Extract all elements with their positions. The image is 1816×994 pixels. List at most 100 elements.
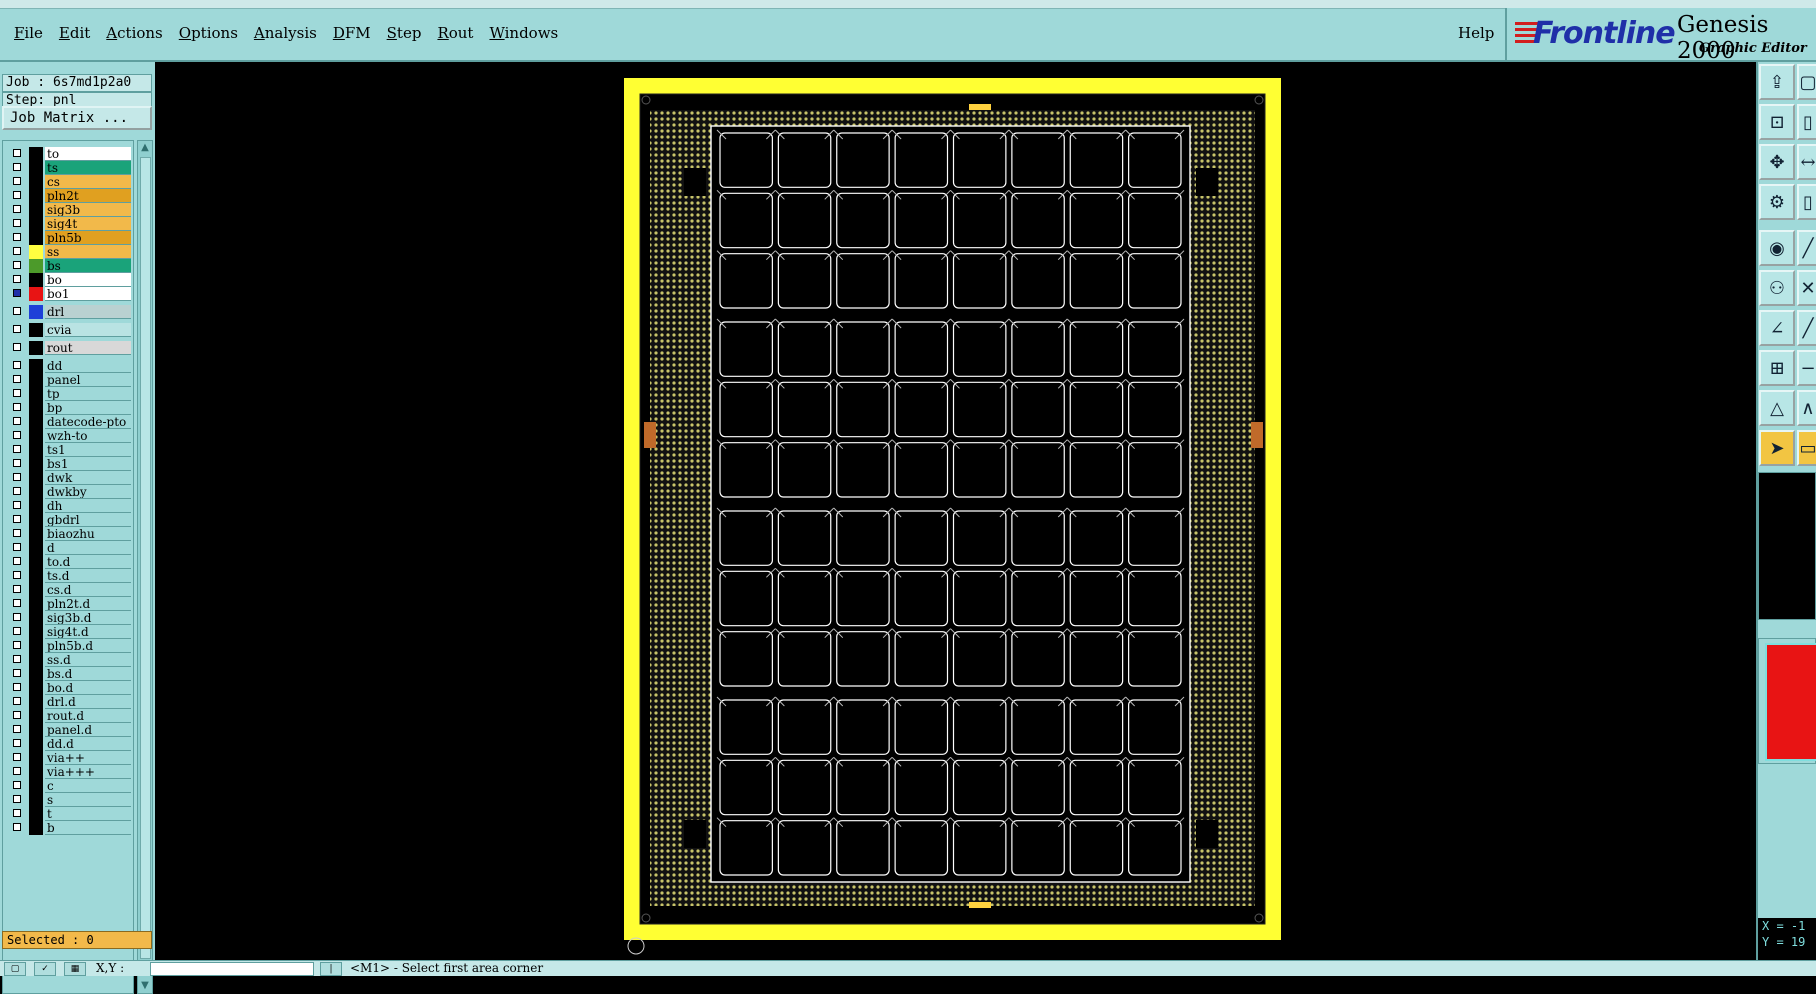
layer-name[interactable]: sig3b.d <box>45 611 131 625</box>
layer-checkbox[interactable] <box>13 275 21 283</box>
layer-name[interactable]: b <box>45 821 131 835</box>
layer-name[interactable]: ss.d <box>45 653 131 667</box>
layer-row[interactable]: via++ <box>9 751 131 765</box>
layer-row[interactable]: dd.d <box>9 737 131 751</box>
layer-row[interactable]: gbdrl <box>9 513 131 527</box>
layer-name[interactable]: cs.d <box>45 583 131 597</box>
panel-drawing[interactable] <box>155 62 1756 960</box>
layer-name[interactable]: ss <box>45 245 131 259</box>
job-matrix-button[interactable]: Job Matrix ... <box>2 106 152 130</box>
layer-checkbox[interactable] <box>13 375 21 383</box>
layer-row[interactable]: panel.d <box>9 723 131 737</box>
layer-checkbox[interactable] <box>13 473 21 481</box>
layer-checkbox[interactable] <box>13 669 21 677</box>
layer-checkbox[interactable] <box>13 389 21 397</box>
layer-name[interactable]: tp <box>45 387 131 401</box>
layer-checkbox[interactable] <box>13 613 21 621</box>
layer-checkbox[interactable] <box>13 307 21 315</box>
layer-name[interactable]: dd.d <box>45 737 131 751</box>
triangle-tool-icon[interactable]: △ <box>1759 390 1795 426</box>
zoom-out-icon[interactable]: ▯ <box>1797 104 1816 140</box>
layer-checkbox[interactable] <box>13 163 21 171</box>
layer-checkbox[interactable] <box>13 739 21 747</box>
scroll-up-icon[interactable]: ▲ <box>138 141 152 155</box>
scroll-down-icon[interactable]: ▼ <box>138 979 152 993</box>
layer-name[interactable]: biaozhu <box>45 527 131 541</box>
layer-name[interactable]: datecode-pto <box>45 415 131 429</box>
layer-checkbox[interactable] <box>13 543 21 551</box>
layer-checkbox[interactable] <box>13 501 21 509</box>
layer-checkbox[interactable] <box>13 781 21 789</box>
layer-name[interactable]: gbdrl <box>45 513 131 527</box>
line-tool-icon[interactable]: ╱ <box>1797 230 1816 266</box>
layer-name[interactable]: d <box>45 541 131 555</box>
layer-row[interactable]: sig4t <box>9 217 131 231</box>
layer-checkbox[interactable] <box>13 809 21 817</box>
layer-row[interactable]: pln5b <box>9 231 131 245</box>
layer-checkbox[interactable] <box>13 177 21 185</box>
layer-checkbox[interactable] <box>13 343 21 351</box>
layer-name[interactable]: via+++ <box>45 765 131 779</box>
settings-icon[interactable]: ⚙ <box>1759 184 1795 220</box>
menu-rout[interactable]: Rout <box>429 24 481 42</box>
layer-row[interactable]: bs <box>9 259 131 273</box>
layer-checkbox[interactable] <box>13 149 21 157</box>
layer-row[interactable]: datecode-pto <box>9 415 131 429</box>
measure-tool-icon[interactable]: ∠ <box>1759 310 1795 346</box>
menu-file[interactable]: File <box>6 24 51 42</box>
layer-name[interactable]: rout.d <box>45 709 131 723</box>
layer-row[interactable]: drl.d <box>9 695 131 709</box>
layer-checkbox[interactable] <box>13 767 21 775</box>
layer-checkbox[interactable] <box>13 753 21 761</box>
layer-row[interactable]: d <box>9 541 131 555</box>
layer-name[interactable]: s <box>45 793 131 807</box>
layer-checkbox[interactable] <box>13 361 21 369</box>
layer-name[interactable]: dwkby <box>45 485 131 499</box>
layer-checkbox[interactable] <box>13 431 21 439</box>
layer-name[interactable]: rout <box>45 341 131 355</box>
layer-name[interactable]: drl <box>45 305 131 319</box>
layer-checkbox[interactable] <box>13 515 21 523</box>
menu-actions[interactable]: Actions <box>98 24 170 42</box>
zoom-window-icon[interactable]: ▢ <box>1797 64 1816 100</box>
layer-name[interactable]: ts <box>45 161 131 175</box>
layer-name[interactable]: pln5b.d <box>45 639 131 653</box>
zoom-in-icon[interactable]: ⊡ <box>1759 104 1795 140</box>
menu-help[interactable]: Help <box>1458 24 1494 42</box>
dash-tool-icon[interactable]: − <box>1797 350 1816 386</box>
layer-checkbox[interactable] <box>13 599 21 607</box>
layer-checkbox[interactable] <box>13 585 21 593</box>
layer-row[interactable]: pln2t.d <box>9 597 131 611</box>
layer-row[interactable]: sig3b.d <box>9 611 131 625</box>
layer-row[interactable]: dwk <box>9 471 131 485</box>
layer-name[interactable]: panel <box>45 373 131 387</box>
layer-row[interactable]: via+++ <box>9 765 131 779</box>
layer-name[interactable]: drl.d <box>45 695 131 709</box>
layer-row[interactable]: ss.d <box>9 653 131 667</box>
layer-checkbox[interactable] <box>13 233 21 241</box>
layer-name[interactable]: pln2t.d <box>45 597 131 611</box>
layer-row[interactable]: panel <box>9 373 131 387</box>
layer-row[interactable]: cs.d <box>9 583 131 597</box>
layer-checkbox[interactable] <box>13 247 21 255</box>
select-feature-icon[interactable]: ◉ <box>1759 230 1795 266</box>
layer-row[interactable]: s <box>9 793 131 807</box>
menu-edit[interactable]: Edit <box>51 24 98 42</box>
menu-windows[interactable]: Windows <box>481 24 566 42</box>
scrollbar-thumb[interactable] <box>140 157 151 959</box>
layer-row[interactable]: cs <box>9 175 131 189</box>
layer-row[interactable]: ts1 <box>9 443 131 457</box>
layer-checkbox[interactable] <box>13 403 21 411</box>
zoom-home-icon[interactable]: ⇪ <box>1759 64 1795 100</box>
layer-name[interactable]: cs <box>45 175 131 189</box>
layer-checkbox[interactable] <box>13 795 21 803</box>
angle-tool-icon[interactable]: ∧ <box>1797 390 1816 426</box>
layer-name[interactable]: bs.d <box>45 667 131 681</box>
layer-row[interactable]: t <box>9 807 131 821</box>
layer-name[interactable]: dd <box>45 359 131 373</box>
layer-row[interactable]: bo1 <box>9 287 131 301</box>
layer-name[interactable]: to.d <box>45 555 131 569</box>
status-grid-icon[interactable]: ▦ <box>64 962 86 976</box>
layer-checkbox[interactable] <box>13 289 21 297</box>
overview-map[interactable] <box>1758 638 1816 764</box>
